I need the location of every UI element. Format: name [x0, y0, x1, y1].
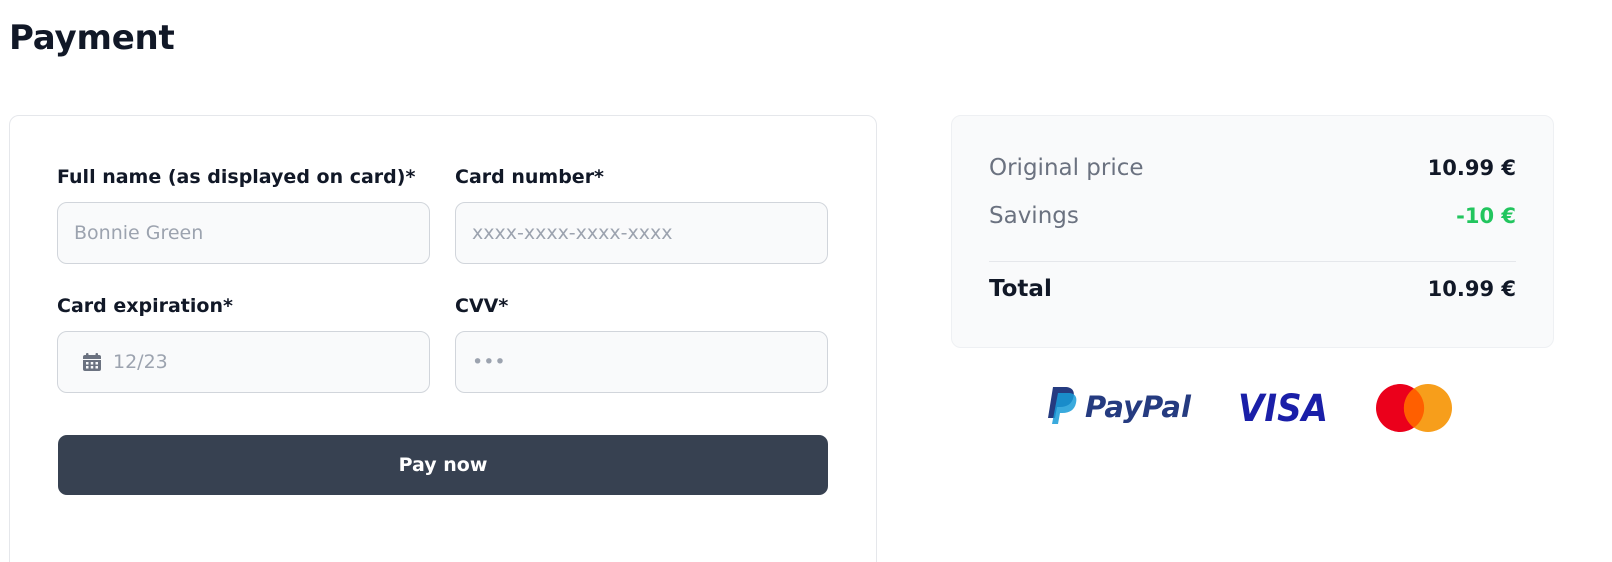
visa-logo: VISA — [1238, 387, 1328, 426]
card-number-input[interactable] — [456, 203, 827, 263]
cvv-field: CVV* — [455, 295, 828, 393]
original-price-row: Original price 10.99 € — [989, 153, 1516, 183]
savings-label: Savings — [989, 203, 1079, 229]
page-title: Payment — [9, 18, 175, 58]
cvv-input[interactable] — [456, 332, 827, 392]
card-expiration-label: Card expiration* — [57, 295, 233, 317]
cvv-input-box — [455, 331, 828, 393]
full-name-field: Full name (as displayed on card)* — [57, 166, 430, 264]
card-number-field: Card number* — [455, 166, 828, 264]
total-label: Total — [989, 276, 1052, 302]
total-value: 10.99 € — [1427, 277, 1516, 301]
mastercard-logo — [1376, 384, 1452, 432]
paypal-wordmark: PayPal — [1085, 390, 1192, 424]
paypal-logo: PayPal — [1048, 387, 1192, 424]
card-number-label: Card number* — [455, 166, 604, 188]
full-name-label: Full name (as displayed on card)* — [57, 166, 416, 188]
payment-form-card: Full name (as displayed on card)* Card n… — [9, 115, 877, 562]
order-summary-card: Original price 10.99 € Savings -10 € Tot… — [951, 115, 1554, 348]
card-expiration-input-box — [57, 331, 430, 393]
full-name-input[interactable] — [58, 203, 429, 263]
original-price-label: Original price — [989, 155, 1144, 181]
payment-page: Payment Full name (as displayed on card)… — [0, 0, 1612, 562]
savings-row: Savings -10 € — [989, 201, 1516, 231]
full-name-input-box — [57, 202, 430, 264]
paypal-icon — [1048, 387, 1077, 424]
card-expiration-input[interactable] — [58, 332, 429, 392]
savings-value: -10 € — [1456, 204, 1516, 228]
visa-wordmark: VISA — [1238, 387, 1328, 426]
pay-now-button[interactable]: Pay now — [58, 435, 828, 495]
card-number-input-box — [455, 202, 828, 264]
summary-divider — [989, 261, 1516, 262]
cvv-label: CVV* — [455, 295, 509, 317]
card-expiration-field: Card expiration* — [57, 295, 430, 393]
original-price-value: 10.99 € — [1427, 156, 1516, 180]
total-row: Total 10.99 € — [989, 274, 1516, 304]
